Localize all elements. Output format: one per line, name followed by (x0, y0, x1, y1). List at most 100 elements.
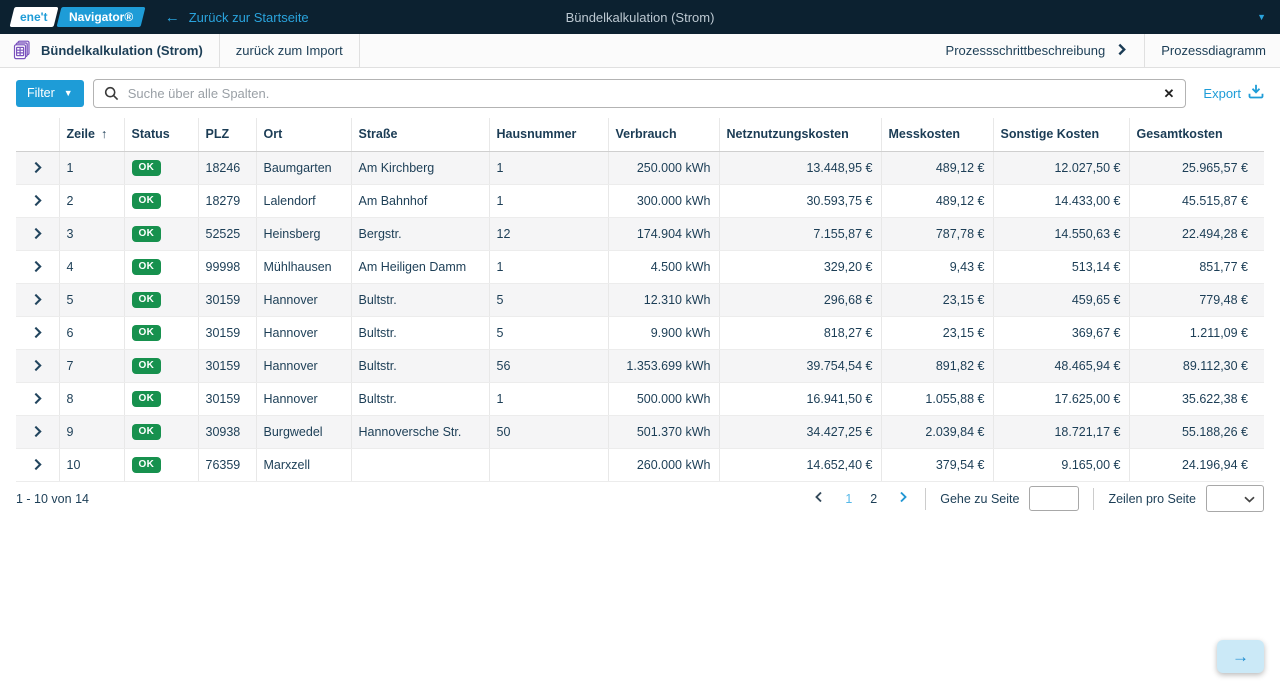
filter-button[interactable]: Filter ▼ (16, 80, 84, 107)
status-badge: OK (132, 391, 162, 407)
download-icon (1248, 84, 1264, 102)
cell-verbrauch: 1.353.699 kWh (608, 349, 719, 382)
cell-messkosten: 489,12 € (881, 184, 993, 217)
cell-gesamtkosten: 22.494,28 € (1129, 217, 1264, 250)
cell-zeile: 1 (59, 151, 124, 184)
col-header-gesamtkosten[interactable]: Gesamtkosten (1129, 118, 1264, 151)
process-step-description-link[interactable]: Prozessschrittbeschreibung (930, 34, 1145, 67)
cell-zeile: 10 (59, 448, 124, 481)
row-expand-chevron[interactable] (27, 390, 48, 408)
clear-search-icon[interactable]: ✕ (1164, 87, 1175, 100)
table-row: 4 OK 99998 Mühlhausen Am Heiligen Damm 1… (16, 250, 1264, 283)
footer-divider (1093, 488, 1094, 510)
back-to-import-link[interactable]: zurück zum Import (220, 34, 360, 67)
cell-hausnummer: 1 (489, 250, 608, 283)
filter-bar: Filter ▼ ✕ Export (0, 68, 1280, 118)
cell-messkosten: 1.055,88 € (881, 382, 993, 415)
cell-hausnummer (489, 448, 608, 481)
cell-zeile: 2 (59, 184, 124, 217)
status-badge: OK (132, 358, 162, 374)
cell-sonstige-kosten: 14.433,00 € (993, 184, 1129, 217)
cell-status: OK (124, 316, 198, 349)
cell-gesamtkosten: 24.196,94 € (1129, 448, 1264, 481)
cell-ort: Hannover (256, 316, 351, 349)
cell-plz: 99998 (198, 250, 256, 283)
col-header-sonstige-kosten[interactable]: Sonstige Kosten (993, 118, 1129, 151)
chevron-down-icon[interactable]: ▼ (1257, 12, 1266, 22)
table-header-row: Zeile↑ Status PLZ Ort Straße Hausnummer … (16, 118, 1264, 151)
goto-page-input[interactable] (1029, 486, 1079, 511)
table-row: 2 OK 18279 Lalendorf Am Bahnhof 1 300.00… (16, 184, 1264, 217)
cell-sonstige-kosten: 9.165,00 € (993, 448, 1129, 481)
cell-ort: Baumgarten (256, 151, 351, 184)
row-expand-chevron[interactable] (27, 291, 48, 309)
cell-plz: 18279 (198, 184, 256, 217)
cell-verbrauch: 4.500 kWh (608, 250, 719, 283)
arrow-left-icon: ← (165, 10, 180, 25)
row-expand-chevron[interactable] (27, 258, 48, 276)
cell-verbrauch: 501.370 kWh (608, 415, 719, 448)
col-header-status[interactable]: Status (124, 118, 198, 151)
pagination-page-2[interactable]: 2 (870, 492, 877, 506)
cell-expand (16, 250, 59, 283)
cell-status: OK (124, 217, 198, 250)
process-title-section: Bündelkalkulation (Strom) (0, 34, 220, 67)
cell-hausnummer: 5 (489, 316, 608, 349)
row-expand-chevron[interactable] (27, 225, 48, 243)
pagination-page-1[interactable]: 1 (845, 492, 852, 506)
cell-status: OK (124, 184, 198, 217)
col-header-strasse[interactable]: Straße (351, 118, 489, 151)
col-header-plz[interactable]: PLZ (198, 118, 256, 151)
back-to-start-link[interactable]: ← Zurück zur Startseite (165, 10, 309, 25)
row-expand-chevron[interactable] (27, 159, 48, 177)
enet-navigator-logo[interactable]: ene't Navigator® (10, 7, 146, 27)
col-header-ort[interactable]: Ort (256, 118, 351, 151)
search-input[interactable] (94, 80, 1186, 107)
goto-page-group: Gehe zu Seite (940, 486, 1079, 511)
status-badge: OK (132, 325, 162, 341)
cell-netznutzungskosten: 296,68 € (719, 283, 881, 316)
row-expand-chevron[interactable] (27, 456, 48, 474)
process-diagram-link[interactable]: Prozessdiagramm (1144, 34, 1280, 67)
pagination: 12 (811, 489, 911, 508)
table-body: 1 OK 18246 Baumgarten Am Kirchberg 1 250… (16, 151, 1264, 481)
cell-gesamtkosten: 779,48 € (1129, 283, 1264, 316)
cell-expand (16, 217, 59, 250)
cell-expand (16, 316, 59, 349)
cell-plz: 30159 (198, 382, 256, 415)
cell-sonstige-kosten: 513,14 € (993, 250, 1129, 283)
col-header-messkosten[interactable]: Messkosten (881, 118, 993, 151)
col-header-hausnummer[interactable]: Hausnummer (489, 118, 608, 151)
rows-per-page-select[interactable] (1206, 485, 1264, 512)
forward-button[interactable]: → (1217, 640, 1264, 673)
col-header-netznutzungskosten[interactable]: Netznutzungskosten (719, 118, 881, 151)
export-button-label: Export (1203, 86, 1241, 101)
table-row: 1 OK 18246 Baumgarten Am Kirchberg 1 250… (16, 151, 1264, 184)
previous-page-button[interactable] (811, 489, 827, 508)
cell-verbrauch: 12.310 kWh (608, 283, 719, 316)
rows-per-page-label: Zeilen pro Seite (1108, 492, 1196, 506)
cell-netznutzungskosten: 14.652,40 € (719, 448, 881, 481)
row-expand-chevron[interactable] (27, 357, 48, 375)
table-row: 8 OK 30159 Hannover Bultstr. 1 500.000 k… (16, 382, 1264, 415)
cell-strasse (351, 448, 489, 481)
status-badge: OK (132, 424, 162, 440)
goto-page-label: Gehe zu Seite (940, 492, 1019, 506)
row-expand-chevron[interactable] (27, 192, 48, 210)
row-expand-chevron[interactable] (27, 324, 48, 342)
col-header-verbrauch[interactable]: Verbrauch (608, 118, 719, 151)
cell-verbrauch: 300.000 kWh (608, 184, 719, 217)
cell-zeile: 6 (59, 316, 124, 349)
logo-navigator: Navigator® (56, 7, 145, 27)
arrow-right-icon: → (1232, 648, 1249, 665)
cell-gesamtkosten: 55.188,26 € (1129, 415, 1264, 448)
cell-hausnummer: 56 (489, 349, 608, 382)
export-button[interactable]: Export (1195, 84, 1264, 102)
status-badge: OK (132, 292, 162, 308)
next-page-button[interactable] (895, 489, 911, 508)
cell-plz: 30938 (198, 415, 256, 448)
row-expand-chevron[interactable] (27, 423, 48, 441)
col-header-zeile[interactable]: Zeile↑ (59, 118, 124, 151)
cell-netznutzungskosten: 13.448,95 € (719, 151, 881, 184)
cell-ort: Burgwedel (256, 415, 351, 448)
